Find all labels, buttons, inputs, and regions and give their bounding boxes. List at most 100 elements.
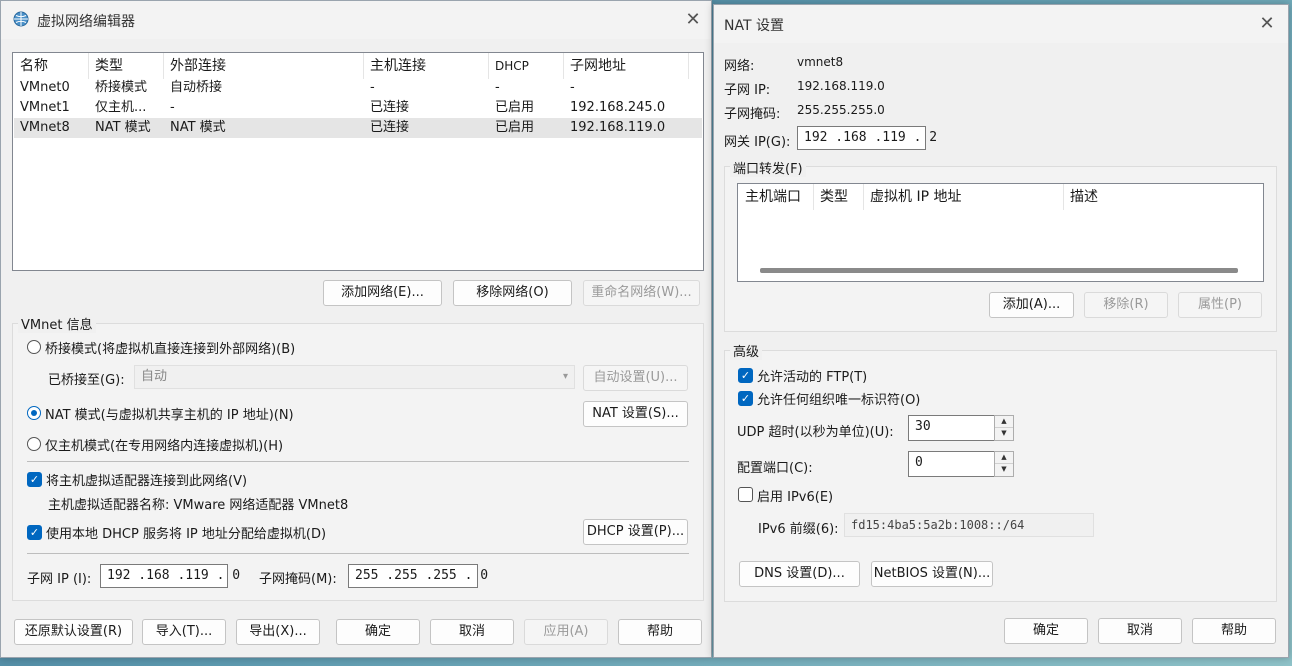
cell-external: - — [170, 100, 175, 115]
vne-close-icon[interactable]: ✕ — [680, 7, 706, 33]
network-value: vmnet8 — [797, 55, 844, 69]
cell-external: NAT 模式 — [170, 120, 226, 135]
pf-add-button[interactable]: 添加(A)... — [989, 292, 1074, 318]
use-dhcp-checkbox[interactable]: ✓ — [27, 525, 42, 540]
cell-external: 自动桥接 — [170, 80, 223, 95]
virtual-network-editor-window: 虚拟网络编辑器 ✕ 名称 类型 外部连接 主机连接 DHCP 子网地址 VMne… — [0, 0, 712, 658]
pf-col-host-port[interactable]: 主机端口 — [739, 184, 814, 210]
help-button[interactable]: 帮助 — [618, 619, 702, 645]
dhcp-settings-button[interactable]: DHCP 设置(P)... — [583, 519, 688, 545]
horizontal-scrollbar[interactable] — [760, 268, 1238, 273]
pf-col-type[interactable]: 类型 — [814, 184, 864, 210]
allow-oui-label[interactable]: 允许任何组织唯一标识符(O) — [757, 389, 920, 408]
table-row-selected[interactable]: VMnet8 NAT 模式 NAT 模式 已连接 已启用 192.168.119… — [14, 118, 702, 138]
cell-host: 已连接 — [370, 120, 410, 135]
col-header-name[interactable]: 名称 — [14, 53, 89, 79]
cancel-button[interactable]: 取消 — [430, 619, 514, 645]
udp-timeout-input[interactable]: 30 — [908, 415, 995, 441]
rename-network-button[interactable]: 重命名网络(W)... — [583, 280, 700, 306]
subnet-ip-input[interactable]: 192 .168 .119 . 0 — [100, 564, 240, 588]
remove-network-button[interactable]: 移除网络(O) — [453, 280, 572, 306]
pf-col-vm-ip[interactable]: 虚拟机 IP 地址 — [864, 184, 1064, 210]
stepper-up-icon[interactable]: ▲ — [995, 416, 1013, 428]
vne-title-bar: 虚拟网络编辑器 ✕ — [1, 1, 711, 39]
cell-subnet: - — [570, 80, 575, 95]
hostonly-label[interactable]: 仅主机模式(在专用网络内连接虚拟机)(H) — [45, 435, 283, 454]
subnet-mask-label: 子网掩码(M): — [259, 572, 337, 587]
ipv6-prefix-label: IPv6 前缀(6): — [758, 522, 839, 537]
hostonly-radio[interactable] — [27, 437, 41, 451]
add-network-button[interactable]: 添加网络(E)... — [323, 280, 442, 306]
dns-settings-button[interactable]: DNS 设置(D)... — [739, 561, 860, 587]
cell-type: 桥接模式 — [95, 80, 148, 95]
subnet-mask-label: 子网掩码: — [724, 107, 781, 122]
use-dhcp-label[interactable]: 使用本地 DHCP 服务将 IP 地址分配给虚拟机(D) — [46, 523, 326, 542]
allow-oui-checkbox[interactable]: ✓ — [738, 391, 753, 406]
adapter-name-label: 主机虚拟适配器名称: VMware 网络适配器 VMnet8 — [48, 498, 349, 513]
cell-name: VMnet8 — [20, 120, 70, 135]
network-list[interactable]: 名称 类型 外部连接 主机连接 DHCP 子网地址 VMnet0 桥接模式 自动… — [12, 52, 704, 271]
connect-adapter-label[interactable]: 将主机虚拟适配器连接到此网络(V) — [46, 470, 247, 489]
chevron-down-icon: ▾ — [562, 371, 568, 382]
nat-ok-button[interactable]: 确定 — [1004, 618, 1088, 644]
nat-help-button[interactable]: 帮助 — [1192, 618, 1276, 644]
table-row[interactable]: VMnet0 桥接模式 自动桥接 - - - — [14, 78, 702, 98]
config-port-stepper[interactable]: ▲ ▼ — [994, 451, 1014, 477]
pf-remove-button[interactable]: 移除(R) — [1084, 292, 1168, 318]
cell-name: VMnet1 — [20, 100, 70, 115]
nat-settings-button[interactable]: NAT 设置(S)... — [583, 401, 688, 427]
bridged-label[interactable]: 桥接模式(将虚拟机直接连接到外部网络)(B) — [45, 338, 295, 357]
bridged-to-label: 已桥接至(G): — [48, 373, 125, 388]
cell-dhcp: 已启用 — [495, 120, 535, 135]
col-header-type[interactable]: 类型 — [89, 53, 164, 79]
subnet-ip-value: 192.168.119.0 — [797, 79, 885, 93]
enable-ipv6-checkbox[interactable] — [738, 487, 753, 502]
col-header-dhcp[interactable]: DHCP — [489, 53, 564, 79]
udp-timeout-stepper[interactable]: ▲ ▼ — [994, 415, 1014, 441]
cell-name: VMnet0 — [20, 80, 70, 95]
subnet-mask-input[interactable]: 255 .255 .255 . 0 — [348, 564, 488, 588]
nat-cancel-button[interactable]: 取消 — [1098, 618, 1182, 644]
col-header-host[interactable]: 主机连接 — [364, 53, 489, 79]
connect-adapter-checkbox[interactable]: ✓ — [27, 472, 42, 487]
pf-properties-button[interactable]: 属性(P) — [1178, 292, 1262, 318]
apply-button[interactable]: 应用(A) — [524, 619, 608, 645]
config-port-input[interactable]: 0 — [908, 451, 995, 477]
auto-settings-button[interactable]: 自动设置(U)... — [583, 365, 688, 391]
nat-close-icon[interactable]: ✕ — [1254, 11, 1280, 37]
netbios-settings-button[interactable]: NetBIOS 设置(N)... — [871, 561, 993, 587]
ipv6-prefix-input[interactable]: fd15:4ba5:5a2b:1008::/64 — [844, 513, 1094, 537]
enable-ipv6-label[interactable]: 启用 IPv6(E) — [757, 486, 833, 505]
pf-col-description[interactable]: 描述 — [1064, 184, 1263, 210]
allow-ftp-checkbox[interactable]: ✓ — [738, 368, 753, 383]
ok-button[interactable]: 确定 — [336, 619, 420, 645]
cell-dhcp: 已启用 — [495, 100, 535, 115]
allow-ftp-label[interactable]: 允许活动的 FTP(T) — [757, 366, 867, 385]
nat-title-bar: NAT 设置 ✕ — [714, 5, 1288, 43]
udp-timeout-label: UDP 超时(以秒为单位)(U): — [737, 425, 894, 440]
stepper-down-icon[interactable]: ▼ — [995, 428, 1013, 440]
port-forwarding-list[interactable]: 主机端口 类型 虚拟机 IP 地址 描述 — [737, 183, 1264, 282]
cell-type: 仅主机... — [95, 100, 147, 115]
col-header-external[interactable]: 外部连接 — [164, 53, 364, 79]
import-button[interactable]: 导入(T)... — [142, 619, 226, 645]
gateway-label: 网关 IP(G): — [724, 135, 791, 150]
stepper-down-icon[interactable]: ▼ — [995, 464, 1013, 476]
table-row[interactable]: VMnet1 仅主机... - 已连接 已启用 192.168.245.0 — [14, 98, 702, 118]
vmnet-info-title: VMnet 信息 — [18, 314, 96, 333]
bridged-to-select[interactable]: 自动 ▾ — [134, 365, 575, 389]
stepper-up-icon[interactable]: ▲ — [995, 452, 1013, 464]
bridged-radio[interactable] — [27, 340, 41, 354]
divider — [27, 461, 689, 462]
advanced-title: 高级 — [730, 341, 763, 360]
cell-host: - — [370, 80, 375, 95]
network-globe-icon — [13, 11, 29, 27]
config-port-label: 配置端口(C): — [737, 461, 813, 476]
nat-label[interactable]: NAT 模式(与虚拟机共享主机的 IP 地址)(N) — [45, 404, 294, 423]
nat-radio[interactable] — [27, 406, 41, 420]
export-button[interactable]: 导出(X)... — [236, 619, 320, 645]
bridged-to-value: 自动 — [141, 369, 168, 384]
gateway-input[interactable]: 192 .168 .119 . 2 — [797, 126, 937, 150]
col-header-subnet[interactable]: 子网地址 — [564, 53, 689, 79]
restore-defaults-button[interactable]: 还原默认设置(R) — [14, 619, 133, 645]
